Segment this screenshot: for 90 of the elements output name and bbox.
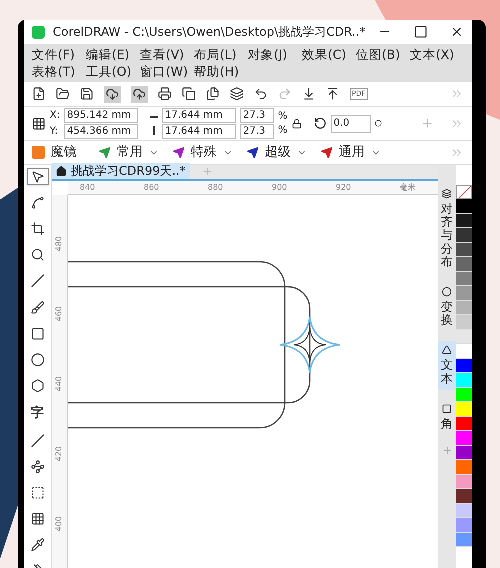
color-swatch[interactable] [456,214,472,228]
save-icon[interactable] [80,87,94,101]
transparency-tool-icon [30,512,44,526]
vertical-ruler: 480 460 440 420 400 [52,195,68,568]
window-title: CorelDRAW - C:\Users\Owen\Desktop\挑战学习CDR..* [53,24,366,41]
plugin-menu[interactable]: 超级 [265,142,291,162]
open-folder-icon[interactable] [56,87,70,101]
download-button[interactable] [104,86,121,102]
color-swatch[interactable] [456,460,472,474]
pick-tool-icon [30,170,44,184]
y-label: Y: [50,125,60,139]
connector-tool-icon [30,460,44,474]
color-swatch[interactable] [456,358,472,373]
ellipse-tool-icon [30,352,44,367]
import-icon[interactable] [302,87,316,101]
line-tool-icon [30,434,44,448]
color-swatch[interactable] [456,315,472,330]
color-swatch[interactable] [456,242,472,257]
color-swatch[interactable] [456,300,472,315]
docker-tab[interactable]: 文本 [438,341,456,390]
menu-item[interactable]: 表格(T) [32,63,86,82]
percent-label: % [278,124,288,137]
export-icon[interactable] [326,87,340,101]
polygon-tool-icon [30,378,44,393]
menu-item[interactable]: 文本(X) [410,46,464,65]
width-field[interactable]: 17.644 mm [162,108,236,123]
color-swatch[interactable] [456,416,472,431]
menu-item[interactable]: 工具(O) [86,63,140,82]
color-swatch[interactable] [456,532,472,547]
degree-icon [374,120,382,127]
eyedropper-tool-icon [30,538,44,552]
scale-x-field[interactable]: 27.3 [240,108,274,123]
new-file-icon[interactable] [32,87,46,101]
menu-item[interactable]: 位图(B) [356,46,410,65]
lock-ratio-icon[interactable] [292,118,302,128]
zoom-tool-icon [30,248,44,262]
color-swatch[interactable] [456,431,472,446]
app-logo-icon [32,26,45,38]
magic-mirror-icon [32,146,45,159]
plugin-menu[interactable]: 常用 [117,142,143,162]
color-swatch[interactable] [456,474,472,489]
y-position-field[interactable]: 454.366 mm [64,124,138,139]
color-swatch[interactable] [456,286,472,300]
menu-item[interactable]: 编辑(E) [86,46,140,65]
shape-tool-icon [30,196,44,210]
color-swatch[interactable] [456,388,472,402]
text-tool-button[interactable]: 字 [26,404,48,424]
maximize-button[interactable] [414,25,428,39]
undo-icon[interactable] [254,87,268,101]
brush-tool-icon [30,300,44,315]
menu-item[interactable]: 文件(F) [32,46,86,65]
color-swatch[interactable] [456,228,472,242]
color-swatch[interactable] [456,373,472,388]
copy-icon[interactable] [182,87,196,101]
color-swatch[interactable] [456,446,472,460]
print-icon[interactable] [158,87,172,101]
close-button[interactable] [450,25,464,39]
menu-item[interactable]: 窗口(W) [140,63,194,82]
home-icon [56,166,67,176]
percent-label: % [278,110,288,123]
horizontal-ruler: 840 860 880 900 920 毫米 [68,181,438,195]
files-icon[interactable] [206,87,220,101]
menu-item[interactable]: 对象(J) [248,46,302,65]
menu-item[interactable]: 帮助(H) [194,63,248,82]
document-tab[interactable]: 挑战学习CDR99天..* [52,163,190,179]
color-swatch[interactable] [456,504,472,518]
color-swatch[interactable] [456,489,472,504]
height-field[interactable]: 17.644 mm [162,124,236,139]
reference-point-icon[interactable] [32,116,46,130]
x-position-field[interactable]: 895.142 mm [64,108,138,123]
color-swatch[interactable] [456,199,472,214]
menu-item[interactable]: 查看(V) [140,46,194,65]
upload-button[interactable] [131,86,148,102]
x-label: X: [50,109,60,123]
no-color-swatch[interactable] [456,185,472,199]
plugin-title[interactable]: 魔镜 [51,142,77,162]
plugin-menu[interactable]: 特殊 [191,142,217,162]
rotation-field[interactable]: 0.0 [330,114,371,132]
color-swatch[interactable] [456,272,472,286]
rotate-icon [314,117,327,130]
color-swatch[interactable] [456,257,472,272]
color-swatch[interactable] [456,518,472,532]
rect-tool-icon [30,326,44,341]
crop-tool-icon [30,222,44,236]
menu-item[interactable]: 效果(C) [302,46,356,65]
color-swatch[interactable] [456,402,472,416]
color-swatch[interactable] [456,330,472,344]
plugin-menu[interactable]: 通用 [339,142,365,162]
menu-item[interactable]: 布局(L) [194,46,248,65]
scale-y-field[interactable]: 27.3 [240,124,274,139]
